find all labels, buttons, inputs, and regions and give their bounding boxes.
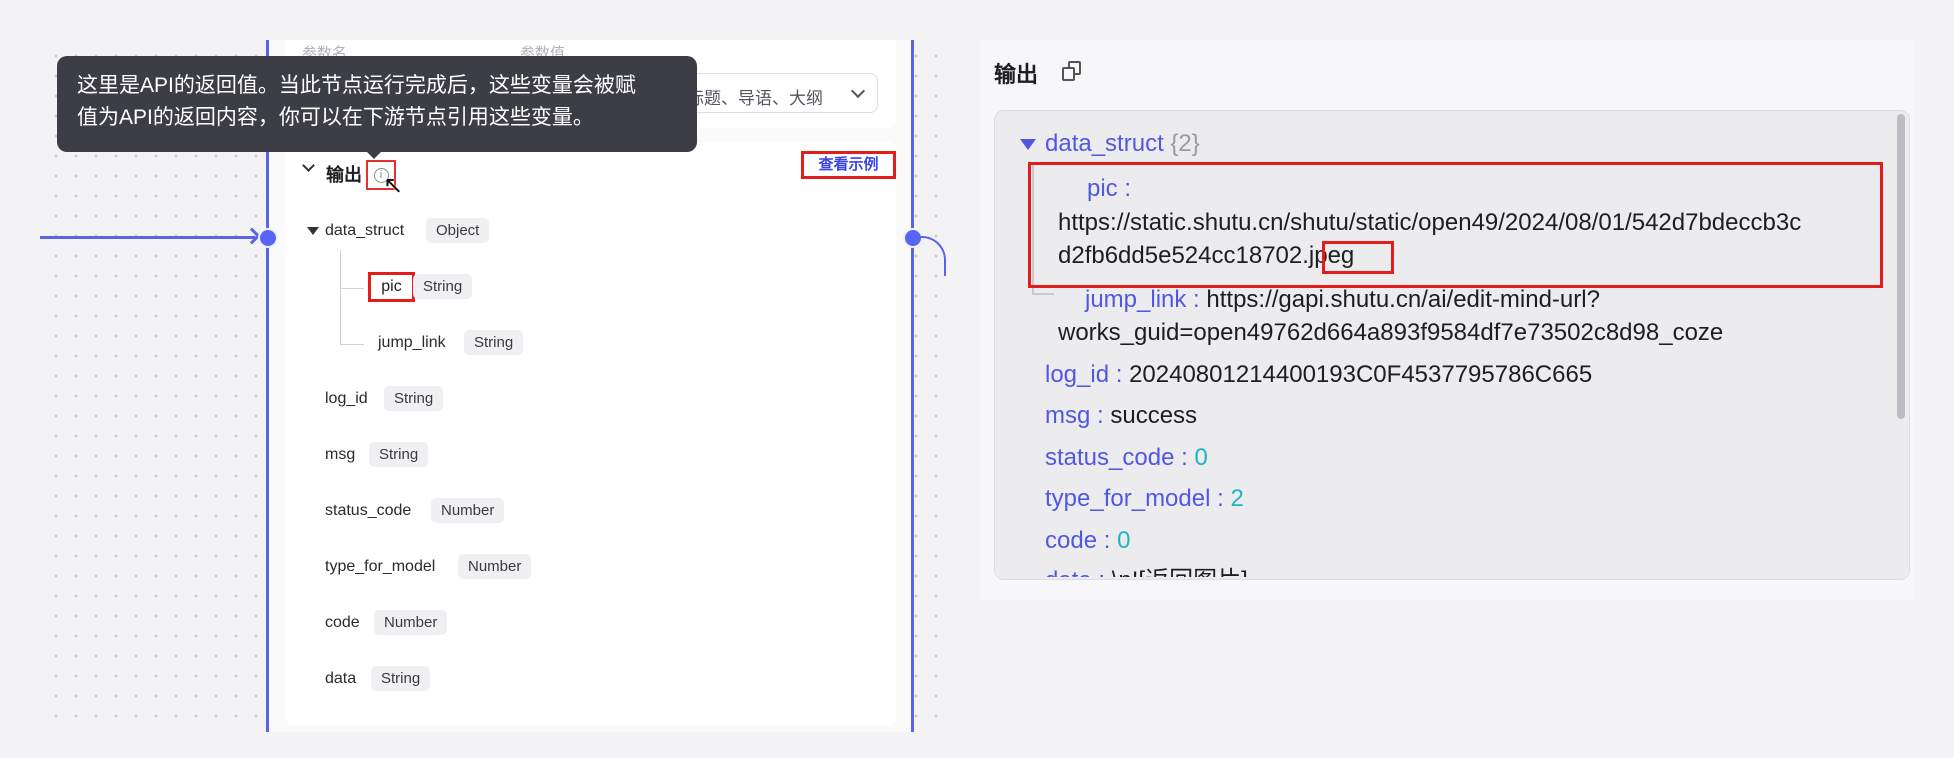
json-row-code: code : 0 — [1045, 526, 1130, 556]
tooltip-line-2: 值为API的返回内容，你可以在下游节点引用这些变量。 — [77, 106, 594, 129]
view-example-link[interactable]: 查看示例 — [801, 151, 896, 179]
json-key: data_struct — [1045, 130, 1164, 157]
json-value: 2 — [1230, 485, 1244, 512]
expand-triangle-icon[interactable] — [307, 227, 319, 235]
json-row-data-struct: data_struct {2} — [1045, 129, 1200, 159]
param-select-value: 标题、导语、大纲 — [687, 89, 823, 108]
json-value: 0 — [1117, 527, 1131, 554]
field-type-type-for-model: Number — [458, 554, 532, 579]
field-type-jump-link: String — [464, 330, 524, 355]
field-type-msg: String — [369, 442, 429, 467]
json-expand-triangle-icon[interactable] — [1020, 139, 1036, 150]
tooltip-line-1: 这里是API的返回值。当此节点运行完成后，这些变量会被赋 — [77, 74, 636, 97]
output-section-title: 输出 — [326, 165, 362, 185]
field-name-msg: msg — [325, 446, 356, 463]
tree-connector — [340, 344, 364, 345]
field-type-code: Number — [374, 610, 448, 635]
tooltip-tail — [365, 150, 383, 159]
json-count: {2} — [1170, 130, 1200, 157]
input-port[interactable] — [258, 228, 278, 248]
json-row-jump-link: jump_link : https://gapi.shutu.cn/ai/edi… — [1085, 285, 1600, 315]
json-value: 0 — [1194, 444, 1208, 471]
pic-highlight-box — [1028, 162, 1883, 288]
field-type-pic: String — [413, 274, 473, 299]
field-type-data-struct: Object — [426, 218, 490, 243]
field-name-status-code: status_code — [325, 502, 412, 519]
field-type-status-code: Number — [431, 498, 505, 523]
json-key: status_code : — [1045, 444, 1188, 471]
field-name-code: code — [325, 614, 360, 631]
field-type-data: String — [371, 666, 431, 691]
output-panel-title: 输出 — [994, 62, 1039, 87]
json-scrollbar[interactable] — [1897, 114, 1905, 419]
json-key: data : — [1045, 567, 1105, 577]
json-value: \n![返回图片] — [1112, 567, 1248, 577]
json-row-data-clip: data : \n![返回图片] — [1000, 563, 1880, 577]
incoming-edge — [40, 236, 255, 239]
chevron-down-icon — [850, 83, 866, 99]
json-value: 20240801214400193C0F4537795786C665 — [1129, 361, 1593, 388]
field-type-log-id: String — [384, 386, 444, 411]
json-key: log_id : — [1045, 361, 1123, 388]
json-row-msg: msg : success — [1045, 401, 1197, 431]
json-key: code : — [1045, 527, 1111, 554]
info-tooltip: 这里是API的返回值。当此节点运行完成后，这些变量会被赋 值为API的返回内容，… — [57, 56, 697, 152]
mouse-cursor-icon: ↖ — [383, 172, 404, 199]
json-row-type-for-model: type_for_model : 2 — [1045, 484, 1244, 514]
field-name-data-struct: data_struct — [325, 222, 405, 239]
json-value-jump-link-line2: works_guid=open49762d664a893f9584df7e735… — [1058, 319, 1724, 346]
json-key: msg : — [1045, 402, 1104, 429]
json-value: https://gapi.shutu.cn/ai/edit-mind-url? — [1206, 286, 1600, 313]
json-row-status-code: status_code : 0 — [1045, 443, 1208, 473]
json-key: jump_link : — [1085, 286, 1200, 313]
json-key: type_for_model : — [1045, 485, 1224, 512]
json-row-data: data : \n![返回图片] — [1045, 566, 1248, 577]
copy-icon[interactable] — [1062, 61, 1082, 83]
field-name-jump-link: jump_link — [378, 334, 446, 351]
tree-connector — [340, 250, 341, 344]
tree-connector — [340, 288, 364, 289]
field-name-log-id: log_id — [325, 390, 368, 407]
field-name-data: data — [325, 670, 357, 687]
json-value: success — [1110, 402, 1198, 429]
jpeg-highlight-box — [1322, 241, 1394, 274]
field-name-pic: pic — [368, 272, 415, 302]
json-tree-connector — [1032, 293, 1054, 295]
json-row-log-id: log_id : 20240801214400193C0F4537795786C… — [1045, 360, 1592, 390]
field-name-type-for-model: type_for_model — [325, 558, 436, 575]
